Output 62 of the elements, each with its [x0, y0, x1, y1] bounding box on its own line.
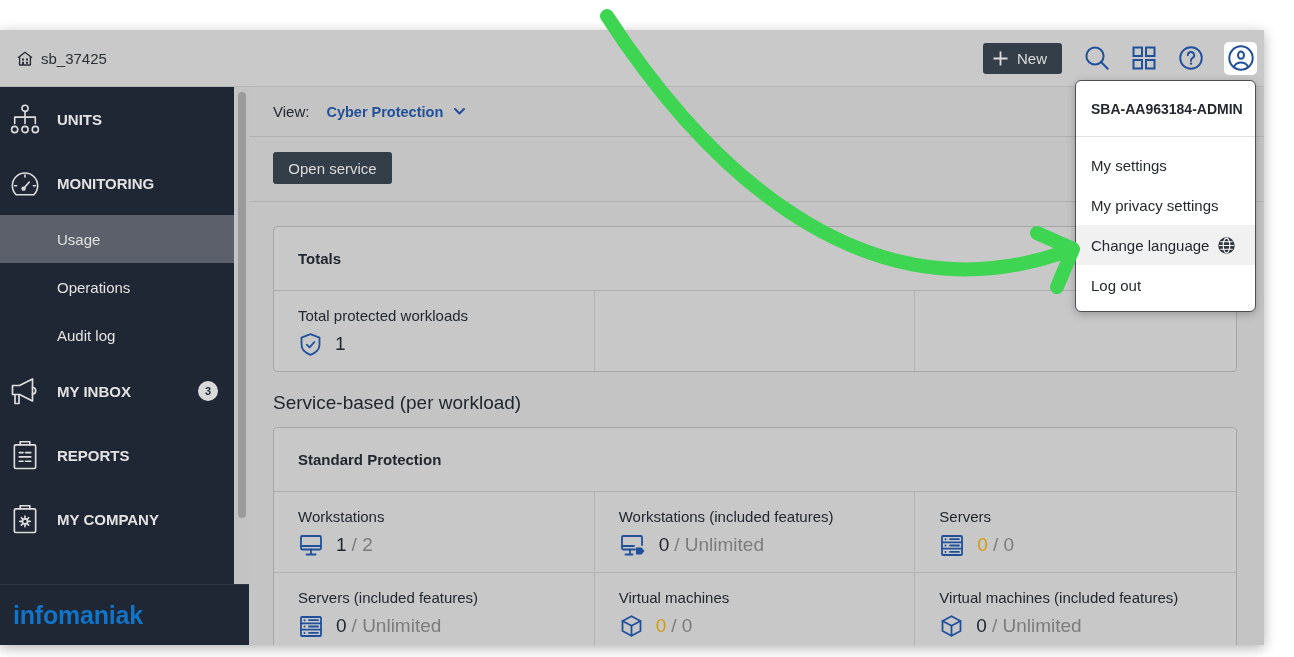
megaphone-icon	[10, 376, 40, 406]
sidebar-item[interactable]: MY INBOX 3	[0, 359, 234, 423]
hierarchy-icon	[10, 104, 40, 134]
stat-label: Servers (included features)	[298, 588, 479, 608]
building-icon	[17, 50, 33, 66]
stat-value: 0	[976, 615, 987, 637]
chevron-down-icon	[454, 108, 466, 115]
stat-value: 0	[977, 534, 988, 556]
stat-label: Workstations	[298, 507, 385, 527]
count-badge: 3	[198, 381, 218, 401]
panel-title: Totals	[298, 250, 342, 267]
stat-value: 0	[655, 615, 667, 637]
stat-limit: / Unlimited	[351, 615, 442, 637]
open-service-button[interactable]: Open service	[273, 152, 392, 184]
stat-limit: / 2	[351, 534, 373, 556]
stat-limit: / 0	[671, 615, 693, 637]
stat-label: Servers	[939, 507, 991, 527]
section-title: Service-based (per workload)	[273, 392, 522, 414]
scrollbar-thumb[interactable]	[237, 92, 246, 518]
cube-icon	[941, 615, 963, 637]
sidebar-item[interactable]: MONITORING	[0, 151, 234, 215]
stat-label: Virtual machines	[618, 588, 730, 608]
account-button[interactable]	[1224, 41, 1257, 75]
stat-limit: / 0	[992, 534, 1015, 556]
grid-icon[interactable]	[1132, 46, 1156, 70]
stat-label: Virtual machines (included features)	[939, 588, 1179, 608]
plus-icon	[993, 50, 1008, 66]
cube-icon	[620, 615, 642, 637]
menu-item[interactable]: My settings	[1076, 145, 1255, 185]
stat-value: 0	[658, 534, 670, 556]
brand-logo: infomaniak	[13, 600, 143, 630]
stat-limit: / Unlimited	[991, 615, 1082, 637]
server-icon	[941, 534, 964, 556]
panel-title: Standard Protection	[298, 451, 442, 468]
monitor-tag-icon	[620, 534, 645, 556]
stat-label: Workstations (included features)	[618, 507, 834, 527]
monitor-icon	[300, 534, 322, 556]
menu-item[interactable]: My privacy settings	[1076, 185, 1255, 225]
shield-check-icon	[300, 332, 321, 356]
view-label: View:	[273, 103, 310, 120]
menu-username: SBA-AA963184-ADMIN	[1091, 100, 1243, 117]
search-icon[interactable]	[1085, 46, 1109, 70]
view-dropdown[interactable]: Cyber Protection	[326, 103, 466, 120]
server-icon	[300, 615, 322, 637]
stat-limit: / Unlimited	[674, 534, 764, 556]
sidebar-item[interactable]: Audit log	[0, 311, 234, 359]
tenant-name: sb_37425	[41, 49, 107, 67]
sidebar-item[interactable]: UNITS	[0, 87, 234, 151]
stat-value: 1	[335, 333, 346, 355]
menu-item[interactable]: Log out	[1076, 265, 1255, 305]
stat-label: Total protected workloads	[298, 306, 469, 326]
stat-value: 0	[336, 615, 347, 637]
globe-icon	[1218, 236, 1236, 254]
sidebar-item[interactable]: Usage	[0, 215, 234, 263]
sidebar-item[interactable]: REPORTS	[0, 423, 234, 487]
menu-item[interactable]: Change language	[1076, 225, 1255, 265]
sidebar-item[interactable]: MY COMPANY	[0, 487, 234, 551]
user-icon	[1227, 45, 1254, 71]
stat-value: 1	[336, 534, 347, 556]
sidebar-item[interactable]: Operations	[0, 263, 234, 311]
new-button[interactable]: New	[983, 42, 1062, 74]
help-icon[interactable]	[1179, 46, 1203, 70]
